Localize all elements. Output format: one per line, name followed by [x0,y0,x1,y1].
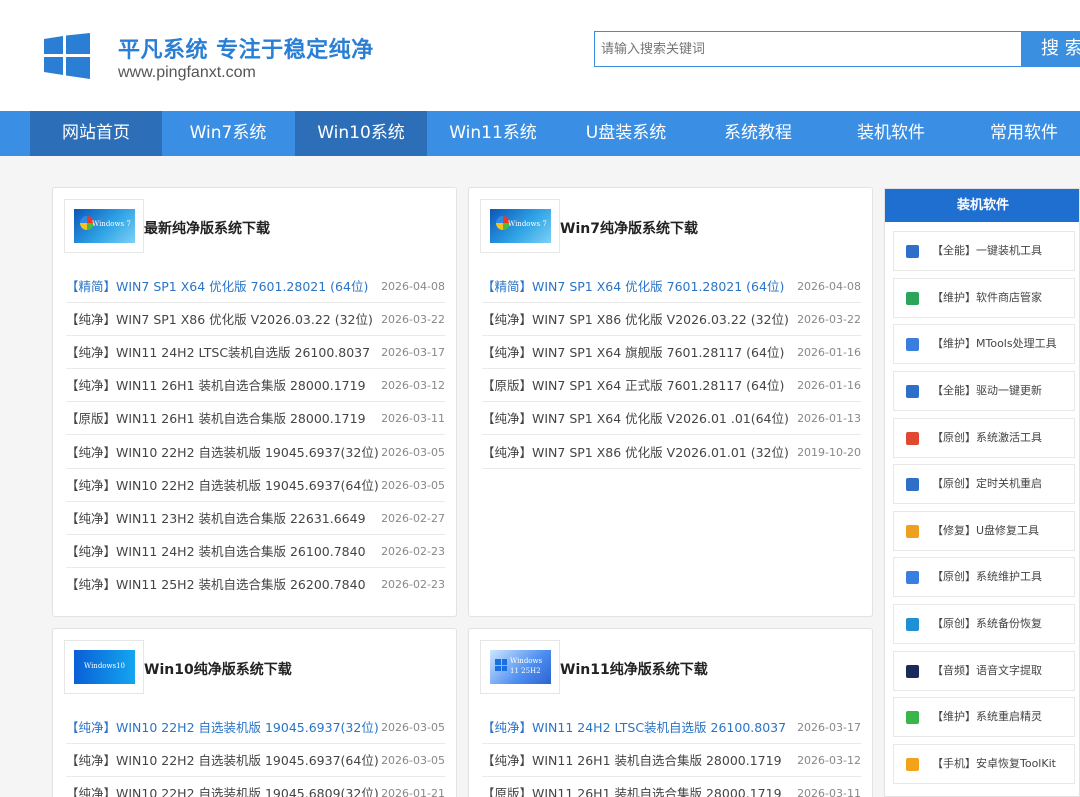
windows7-thumb-icon: Windows 7 [490,209,551,243]
windows-icon [906,432,919,445]
panel-title[interactable]: 最新纯净版系统下载 [144,218,270,238]
brand-domain: www.pingfanxt.com [118,64,256,81]
panel-win11-systems: Windows 11 25H2 Win11纯净版系统下载 【纯净】WIN11 2… [468,628,873,797]
list-item[interactable]: 【纯净】WIN11 24H2 装机自选合集版 26100.7840 2026-02… [66,535,445,568]
nav-item-tutorials[interactable]: 系统教程 [692,111,824,156]
list-item[interactable]: 【精简】WIN7 SP1 X64 优化版 7601.28021 (64位) 202… [66,270,445,303]
sidebar-item[interactable]: 【原创】系统维护工具 [893,557,1075,597]
nav-item-install-software[interactable]: 装机软件 [825,111,957,156]
panel-thumbnail[interactable]: Windows 7 [480,199,560,253]
sidebar-item[interactable]: 【全能】一键装机工具 [893,231,1075,271]
restore-icon [906,758,919,771]
nav-item-win10[interactable]: Win10系统 [295,111,427,156]
panel-title[interactable]: Win11纯净版系统下载 [560,659,708,679]
list-item[interactable]: 【纯净】WIN10 22H2 自选装机版 19045.6937(64位) 2026… [66,469,445,502]
search-input[interactable] [594,31,1022,67]
list-item[interactable]: 【纯净】WIN11 26H1 装机自选合集版 28000.1719 2026-03… [66,369,445,402]
nav-item-win11[interactable]: Win11系统 [427,111,559,156]
sidebar-item[interactable]: 【手机】安卓恢复ToolKit [893,744,1075,784]
backup-icon [906,618,919,631]
store-icon [906,292,919,305]
nav-item-home[interactable]: 网站首页 [30,111,162,156]
list-item[interactable]: 【纯净】WIN10 22H2 自选装机版 19045.6809(32位) 2026… [66,777,445,797]
list-item[interactable]: 【原版】WIN11 26H1 装机自选合集版 28000.1719 2026-03… [482,777,861,797]
monitor-icon [906,478,919,491]
driver-icon [906,385,919,398]
list-item[interactable]: 【精简】WIN7 SP1 X64 优化版 7601.28021 (64位) 202… [482,270,861,303]
nav-item-common-software[interactable]: 常用软件 [958,111,1080,156]
list-item[interactable]: 【纯净】WIN7 SP1 X86 优化版 V2026.03.22 (32位) 20… [482,303,861,336]
list-item[interactable]: 【纯净】WIN7 SP1 X64 优化版 V2026.01 .01(64位) 20… [482,402,861,435]
list-item[interactable]: 【纯净】WIN11 24H2 LTSC装机自选版 26100.8037 2026-… [66,336,445,369]
sidebar-item[interactable]: 【音频】语音文字提取 [893,651,1075,691]
list-item[interactable]: 【纯净】WIN11 26H1 装机自选合集版 28000.1719 2026-03… [482,744,861,777]
list-item[interactable]: 【纯净】WIN10 22H2 自选装机版 19045.6937(32位) 2026… [66,711,445,744]
sidebar-item[interactable]: 【原创】定时关机重启 [893,464,1075,504]
panel-win7-systems: Windows 7 Win7纯净版系统下载 【精简】WIN7 SP1 X64 优… [468,187,873,617]
sidebar-item[interactable]: 【全能】驱动一键更新 [893,371,1075,411]
wrench-icon [906,571,919,584]
site-header: 平凡系统 专注于稳定纯净 www.pingfanxt.com 搜 索 [0,0,1080,111]
list-item[interactable]: 【原版】WIN7 SP1 X64 正式版 7601.28117 (64位) 202… [482,369,861,402]
list-item[interactable]: 【原版】WIN11 26H1 装机自选合集版 28000.1719 2026-03… [66,402,445,435]
sidebar-item[interactable]: 【维护】系统重启精灵 [893,697,1075,737]
list-item[interactable]: 【纯净】WIN7 SP1 X86 优化版 V2026.03.22 (32位) 20… [66,303,445,336]
toolbox-icon [906,338,919,351]
list-item[interactable]: 【纯净】WIN11 24H2 LTSC装机自选版 26100.8037 2026-… [482,711,861,744]
usb-icon [906,525,919,538]
panel-title[interactable]: Win10纯净版系统下载 [144,659,292,679]
nav-item-usb-install[interactable]: U盘装系统 [560,111,692,156]
sidebar-install-software: 装机软件 【全能】一键装机工具 【维护】软件商店管家 【维护】MTools处理工… [884,188,1080,797]
windows-logo-icon[interactable] [44,33,90,79]
list-item[interactable]: 【纯净】WIN7 SP1 X86 优化版 V2026.01.01 (32位) 20… [482,436,861,469]
panel-win10-systems: Windows10 Win10纯净版系统下载 【纯净】WIN10 22H2 自选… [52,628,457,797]
main-nav: 网站首页 Win7系统 Win10系统 Win11系统 U盘装系统 系统教程 装… [0,111,1080,156]
nav-item-win7[interactable]: Win7系统 [162,111,294,156]
audio-icon [906,665,919,678]
windows11-thumb-icon: Windows 11 25H2 [490,650,551,684]
sidebar-title: 装机软件 [885,189,1079,222]
list-item[interactable]: 【纯净】WIN10 22H2 自选装机版 19045.6937(64位) 2026… [66,744,445,777]
monitor-icon [906,245,919,258]
windows10-thumb-icon: Windows10 [74,650,135,684]
list-item[interactable]: 【纯净】WIN11 25H2 装机自选合集版 26200.7840 2026-02… [66,568,445,601]
sidebar-item[interactable]: 【修复】U盘修复工具 [893,511,1075,551]
sidebar-item[interactable]: 【原创】系统备份恢复 [893,604,1075,644]
panel-latest-systems: Windows 7 最新纯净版系统下载 【精简】WIN7 SP1 X64 优化版… [52,187,457,617]
panel-thumbnail[interactable]: Windows 7 [64,199,144,253]
sidebar-item[interactable]: 【原创】系统激活工具 [893,418,1075,458]
list-item[interactable]: 【纯净】WIN7 SP1 X64 旗舰版 7601.28117 (64位) 202… [482,336,861,369]
panel-thumbnail[interactable]: Windows 11 25H2 [480,640,560,694]
windows7-thumb-icon: Windows 7 [74,209,135,243]
panel-title[interactable]: Win7纯净版系统下载 [560,218,698,238]
list-item[interactable]: 【纯净】WIN10 22H2 自选装机版 19045.6937(32位) 2026… [66,436,445,469]
search-button[interactable]: 搜 索 [1021,31,1080,67]
brand-title[interactable]: 平凡系统 专注于稳定纯净 [118,32,374,64]
shield-icon [906,711,919,724]
sidebar-item[interactable]: 【维护】软件商店管家 [893,278,1075,318]
panel-thumbnail[interactable]: Windows10 [64,640,144,694]
list-item[interactable]: 【纯净】WIN11 23H2 装机自选合集版 22631.6649 2026-02… [66,502,445,535]
sidebar-item[interactable]: 【维护】MTools处理工具 [893,324,1075,364]
